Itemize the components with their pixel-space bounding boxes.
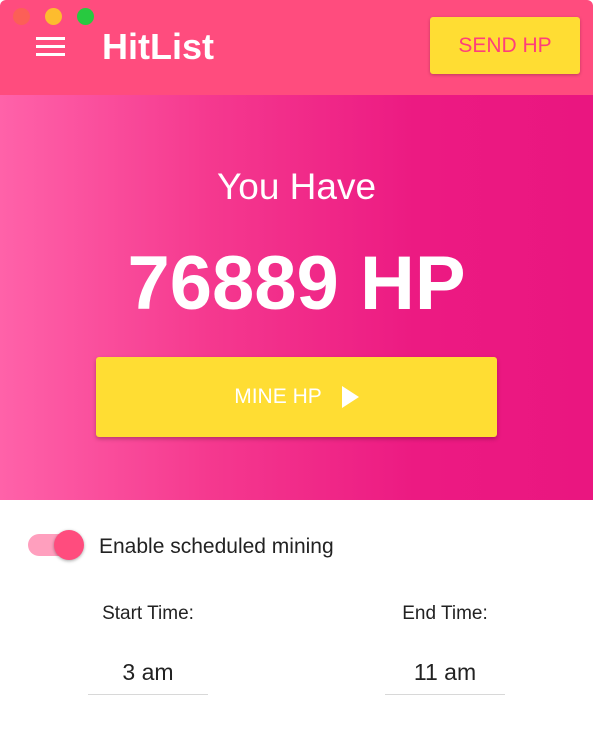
app-title: HitList — [102, 26, 214, 67]
end-time-field[interactable] — [385, 650, 505, 695]
end-time-label: End Time: — [402, 603, 488, 624]
toggle-knob — [54, 530, 84, 560]
app-window: HitList SEND HP You Have 76889 HP MINE H… — [0, 0, 593, 745]
window-maximize-button[interactable] — [77, 8, 94, 25]
hamburger-line — [36, 53, 65, 56]
balance-amount: 76889 HP — [127, 241, 466, 326]
window-minimize-button[interactable] — [45, 8, 62, 25]
send-hp-button[interactable]: SEND HP — [430, 17, 580, 74]
start-time-label: Start Time: — [102, 603, 194, 624]
balance-hero: You Have 76889 HP MINE HP — [0, 95, 593, 500]
app-header: HitList SEND HP — [0, 0, 593, 95]
mine-hp-button[interactable]: MINE HP — [96, 357, 497, 437]
scheduled-mining-label: Enable scheduled mining — [99, 535, 334, 558]
play-icon — [341, 386, 359, 408]
start-time-field[interactable] — [88, 650, 208, 695]
scheduled-mining-toggle[interactable] — [28, 530, 86, 560]
mine-hp-label: MINE HP — [234, 385, 322, 408]
hamburger-menu-icon[interactable] — [36, 37, 65, 57]
balance-caption: You Have — [216, 166, 377, 207]
window-close-button[interactable] — [13, 8, 30, 25]
hamburger-line — [36, 37, 65, 40]
hamburger-line — [36, 45, 65, 48]
